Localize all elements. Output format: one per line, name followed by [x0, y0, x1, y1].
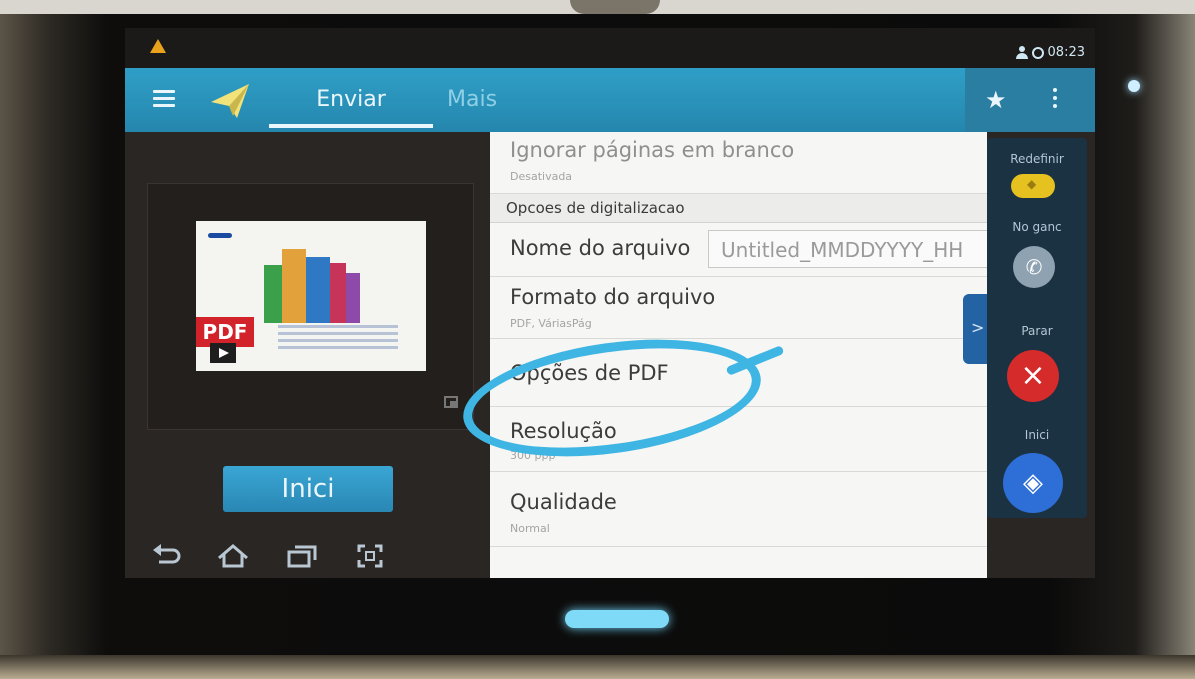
status-time: 08:23 [1047, 45, 1085, 60]
home-icon[interactable] [217, 544, 249, 568]
home-indicator[interactable] [565, 610, 669, 628]
back-icon[interactable] [153, 544, 183, 568]
on-hook-label: No ganc [1012, 220, 1062, 234]
app-bar-actions: ★ [965, 68, 1095, 132]
screenshot-icon[interactable] [357, 544, 383, 568]
on-hook-button[interactable]: ✆ [1013, 246, 1055, 288]
start-circle-button[interactable]: ◈ [1003, 453, 1063, 513]
setting-value: PDF, VáriasPág [510, 317, 592, 330]
tab-enviar[interactable]: Enviar [269, 68, 433, 132]
setting-title: Nome do arquivo [510, 236, 691, 260]
close-icon: × [1020, 358, 1046, 393]
setting-title: Ignorar páginas em branco [510, 138, 795, 162]
thumbnail-text [278, 325, 398, 353]
setting-value: Desativada [510, 170, 573, 183]
start-button[interactable]: Inici [223, 466, 393, 512]
app-bar: Enviar Mais ★ [125, 68, 1095, 132]
file-name-input[interactable]: Untitled_MMDDYYYY_HH [708, 230, 987, 268]
system-nav-bar [145, 536, 465, 576]
reset-label: Redefinir [1010, 152, 1064, 166]
expand-preview-icon[interactable] [444, 396, 458, 408]
play-icon[interactable] [210, 343, 236, 363]
phone-icon: ✆ [1025, 255, 1043, 279]
setting-value: Normal [510, 522, 550, 535]
device-frame-top [0, 0, 1195, 14]
status-indicators: 08:23 [1015, 45, 1085, 60]
indicator-led [1128, 80, 1140, 92]
brand-logo [208, 233, 232, 238]
document-preview[interactable]: PDF [147, 183, 474, 430]
network-icon [1031, 46, 1044, 59]
quick-actions-panel: Redefinir No ganc ✆ Parar × Inici ◈ [987, 138, 1087, 518]
setting-title: Qualidade [510, 490, 617, 514]
side-panel-toggle[interactable] [963, 294, 989, 364]
setting-title: Formato do arquivo [510, 285, 716, 309]
setting-quality[interactable]: Qualidade Normal [490, 472, 987, 547]
stop-label: Parar [1021, 324, 1053, 338]
menu-icon[interactable] [153, 90, 175, 108]
send-plane-icon [211, 84, 249, 118]
setting-ignore-blank-pages[interactable]: Ignorar páginas em branco Desativada [490, 132, 987, 194]
reset-button[interactable] [1011, 174, 1055, 198]
start-diamond-icon: ◈ [1023, 468, 1043, 498]
stop-button[interactable]: × [1007, 350, 1059, 402]
tab-mais[interactable]: Mais [447, 68, 497, 132]
status-bar: 08:23 [125, 28, 1095, 68]
user-icon [1015, 46, 1028, 59]
device-frame-bottom [0, 655, 1195, 679]
warning-icon[interactable] [150, 39, 166, 53]
thumbnail-image [264, 243, 360, 323]
start-label: Inici [1024, 428, 1050, 442]
section-header-scan-options: Opcoes de digitalizacao [490, 194, 987, 223]
recent-apps-icon[interactable] [287, 544, 317, 568]
star-icon[interactable]: ★ [985, 86, 1007, 114]
overflow-menu-icon[interactable] [1053, 88, 1057, 112]
setting-file-format[interactable]: Formato do arquivo PDF, VáriasPág [490, 277, 987, 339]
preview-thumbnail[interactable]: PDF [196, 221, 426, 371]
touch-screen: 08:23 Enviar Mais ★ PDF Inici Ignorar pá… [125, 28, 1095, 578]
setting-file-name[interactable]: Nome do arquivo Untitled_MMDDYYYY_HH [490, 222, 987, 277]
